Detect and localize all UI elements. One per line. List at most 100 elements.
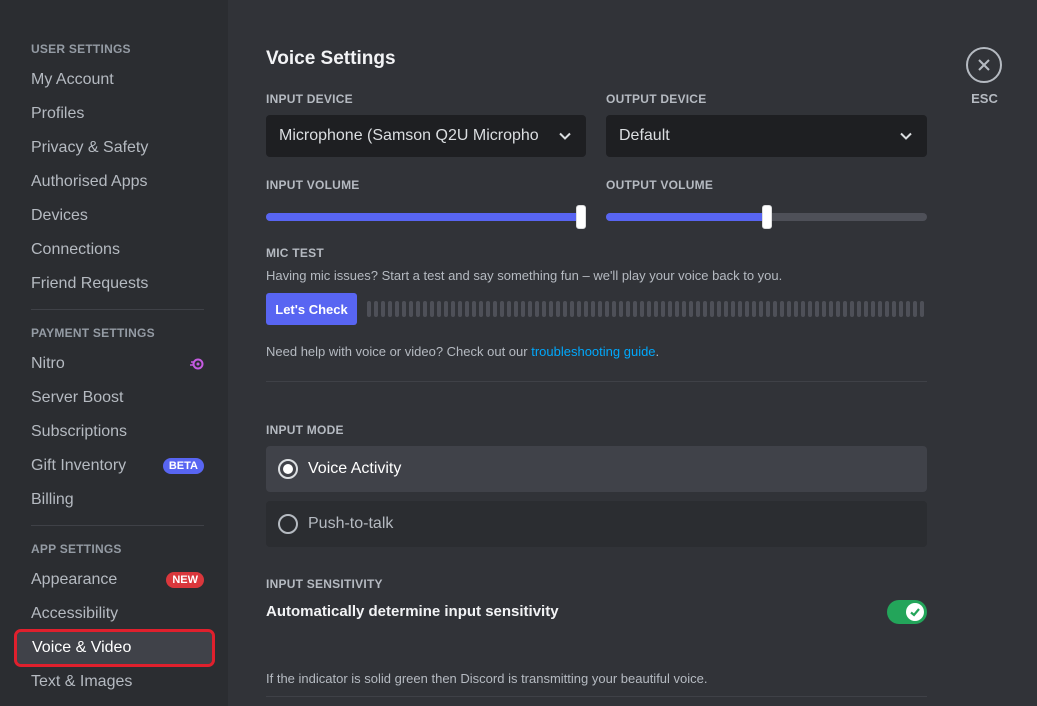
sidebar-item-authorised-apps[interactable]: Authorised Apps (16, 166, 216, 198)
sidebar-item-profiles[interactable]: Profiles (16, 98, 216, 130)
meter-bar (423, 301, 427, 317)
meter-bar (871, 301, 875, 317)
meter-bar (479, 301, 483, 317)
meter-bar (808, 301, 812, 317)
sidebar-item-text-images[interactable]: Text & Images (16, 666, 216, 698)
meter-bar (633, 301, 637, 317)
sidebar-item-devices[interactable]: Devices (16, 200, 216, 232)
sidebar-item-appearance[interactable]: Appearance NEW (16, 564, 216, 596)
meter-bar (661, 301, 665, 317)
meter-bar (514, 301, 518, 317)
auto-sensitivity-label: Automatically determine input sensitivit… (266, 603, 559, 620)
sidebar-item-friend-requests[interactable]: Friend Requests (16, 268, 216, 300)
input-volume-thumb[interactable] (576, 205, 586, 229)
input-device-select[interactable]: Microphone (Samson Q2U Micropho (266, 115, 586, 157)
meter-bar (444, 301, 448, 317)
meter-bar (500, 301, 504, 317)
meter-bar (857, 301, 861, 317)
meter-bar (689, 301, 693, 317)
meter-bar (577, 301, 581, 317)
meter-bar (598, 301, 602, 317)
meter-bar (843, 301, 847, 317)
meter-bar (829, 301, 833, 317)
sidebar-item-connections[interactable]: Connections (16, 234, 216, 266)
meter-bar (745, 301, 749, 317)
sidebar-item-billing[interactable]: Billing (16, 484, 216, 516)
payment-settings-header: PAYMENT SETTINGS (31, 326, 155, 340)
meter-bar (374, 301, 378, 317)
meter-bar (367, 301, 371, 317)
meter-bar (570, 301, 574, 317)
meter-bar (878, 301, 882, 317)
sidebar-item-gift-inventory[interactable]: Gift Inventory BETA (16, 450, 216, 482)
troubleshooting-guide-link[interactable]: troubleshooting guide (531, 344, 655, 359)
settings-sidebar: USER SETTINGS My Account Profiles Privac… (0, 0, 228, 706)
beta-badge: BETA (162, 458, 204, 474)
meter-bar (402, 301, 406, 317)
user-settings-header: USER SETTINGS (31, 42, 131, 56)
meter-bar (850, 301, 854, 317)
meter-bar (486, 301, 490, 317)
mic-test-description: Having mic issues? Start a test and say … (266, 268, 783, 283)
sensitivity-note: If the indicator is solid green then Dis… (266, 671, 708, 686)
meter-bar (528, 301, 532, 317)
meter-bar (605, 301, 609, 317)
output-volume-slider[interactable] (606, 205, 927, 229)
mic-test-label: MIC TEST (266, 246, 324, 260)
meter-bar (507, 301, 511, 317)
meter-bar (864, 301, 868, 317)
check-icon (906, 603, 924, 621)
radio-checked-icon (278, 459, 298, 479)
meter-bar (465, 301, 469, 317)
sidebar-item-nitro[interactable]: Nitro (16, 348, 216, 380)
chevron-down-icon (900, 132, 912, 140)
sidebar-item-subscriptions[interactable]: Subscriptions (16, 416, 216, 448)
meter-bar (822, 301, 826, 317)
output-device-label: OUTPUT DEVICE (606, 92, 707, 106)
section-divider (266, 696, 927, 697)
meter-bar (654, 301, 658, 317)
meter-bar (381, 301, 385, 317)
close-button[interactable] (966, 47, 1002, 83)
input-mode-label: INPUT MODE (266, 423, 344, 437)
meter-bar (591, 301, 595, 317)
meter-bar (815, 301, 819, 317)
sidebar-item-my-account[interactable]: My Account (16, 64, 216, 96)
output-device-select[interactable]: Default (606, 115, 927, 157)
nitro-icon (190, 358, 204, 370)
meter-bar (409, 301, 413, 317)
input-device-label: INPUT DEVICE (266, 92, 353, 106)
sidebar-item-voice-video[interactable]: Voice & Video (14, 629, 215, 667)
sidebar-item-server-boost[interactable]: Server Boost (16, 382, 216, 414)
meter-bar (430, 301, 434, 317)
meter-bar (416, 301, 420, 317)
section-divider (266, 381, 927, 382)
radio-push-to-talk[interactable]: Push-to-talk (266, 501, 927, 547)
output-volume-thumb[interactable] (762, 205, 772, 229)
meter-bar (563, 301, 567, 317)
radio-unchecked-icon (278, 514, 298, 534)
sidebar-item-privacy-safety[interactable]: Privacy & Safety (16, 132, 216, 164)
output-volume-fill (606, 213, 767, 221)
app-settings-header: APP SETTINGS (31, 542, 122, 556)
meter-bar (780, 301, 784, 317)
input-volume-slider[interactable] (266, 205, 586, 229)
meter-bar (640, 301, 644, 317)
radio-voice-activity[interactable]: Voice Activity (266, 446, 927, 492)
meter-bar (682, 301, 686, 317)
lets-check-button[interactable]: Let's Check (266, 293, 357, 325)
output-volume-label: OUTPUT VOLUME (606, 178, 714, 192)
meter-bar (710, 301, 714, 317)
meter-bar (899, 301, 903, 317)
meter-bar (472, 301, 476, 317)
help-text: Need help with voice or video? Check out… (266, 344, 660, 359)
auto-sensitivity-toggle[interactable] (887, 600, 927, 624)
meter-bar (703, 301, 707, 317)
page-title: Voice Settings (266, 48, 396, 69)
meter-bar (451, 301, 455, 317)
meter-bar (437, 301, 441, 317)
voice-settings-panel: Voice Settings INPUT DEVICE Microphone (… (266, 0, 927, 706)
meter-bar (458, 301, 462, 317)
meter-bar (535, 301, 539, 317)
sidebar-item-accessibility[interactable]: Accessibility (16, 598, 216, 630)
